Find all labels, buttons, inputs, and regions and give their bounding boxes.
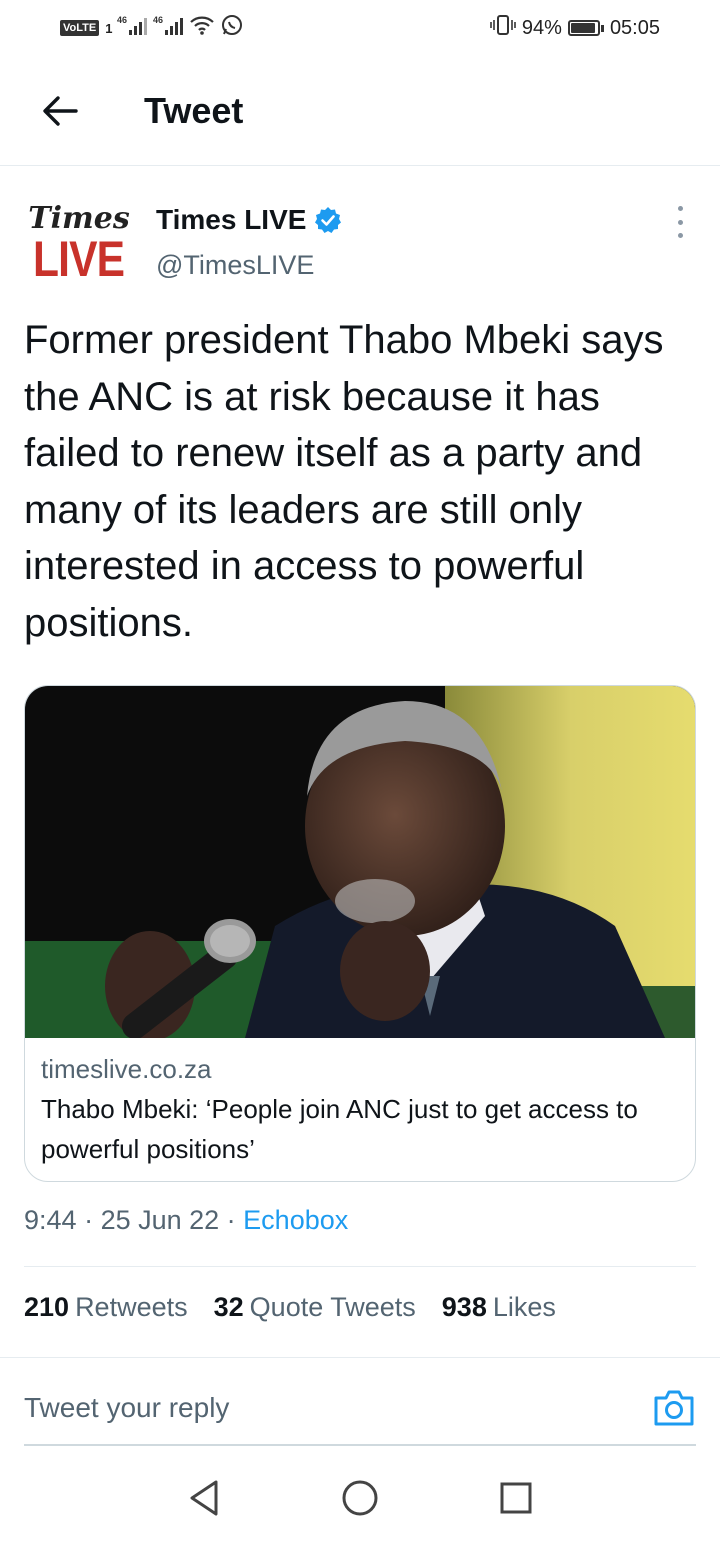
back-button[interactable] <box>0 56 120 166</box>
likes-label: Likes <box>492 1292 556 1322</box>
quote-tweets-label: Quote Tweets <box>249 1292 416 1322</box>
reply-bar <box>24 1372 696 1446</box>
retweets-stat[interactable]: 210 Retweets <box>24 1292 188 1323</box>
card-meta: timeslive.co.za Thabo Mbeki: ‘People joi… <box>41 1054 679 1169</box>
nav-home-button[interactable] <box>332 1470 388 1526</box>
avatar[interactable]: Times LIVE <box>24 196 134 291</box>
page-title: Tweet <box>144 89 244 131</box>
tweet-timestamp: 9:44 · 25 Jun 22 · Echobox <box>24 1205 348 1236</box>
camera-icon[interactable] <box>652 1386 696 1430</box>
meta-separator: · <box>76 1205 101 1235</box>
quote-tweets-stat[interactable]: 32 Quote Tweets <box>214 1292 416 1323</box>
tweet-time: 9:44 <box>24 1205 77 1235</box>
tweet-date: 25 Jun 22 <box>100 1205 220 1235</box>
sim-indicator: 1 <box>105 20 112 36</box>
status-right: 94% 05:05 <box>490 14 660 42</box>
whatsapp-icon <box>221 14 243 42</box>
retweets-label: Retweets <box>75 1292 188 1322</box>
signal-icon: 46 <box>117 14 148 42</box>
tweet-author: Times LIVE Times LIVE @TimesLIVE <box>24 196 696 296</box>
card-domain: timeslive.co.za <box>41 1054 212 1084</box>
status-left: VoLTE 1 46 46 <box>60 14 243 42</box>
clock: 05:05 <box>609 16 660 39</box>
retweets-count: 210 <box>24 1292 70 1322</box>
avatar-logo-bottom: LIVE <box>33 230 125 287</box>
battery-icon <box>567 20 604 36</box>
tweet-source-link[interactable]: Echobox <box>243 1205 348 1235</box>
likes-count: 938 <box>441 1292 487 1322</box>
engagement-stats: 210 Retweets 32 Quote Tweets 938 Likes <box>24 1292 556 1323</box>
divider <box>0 1357 720 1358</box>
status-bar: VoLTE 1 46 46 94% 05:05 <box>0 0 720 56</box>
volte-badge: VoLTE <box>60 20 100 36</box>
likes-stat[interactable]: 938 Likes <box>442 1292 556 1323</box>
author-handle[interactable]: @TimesLIVE <box>156 250 342 281</box>
author-name-row: Times LIVE <box>156 204 342 236</box>
author-name[interactable]: Times LIVE <box>156 204 306 236</box>
article-photo <box>25 686 695 1038</box>
back-arrow-icon <box>43 95 78 126</box>
circle-home-icon <box>342 1480 378 1516</box>
top-app-bar: Tweet <box>0 56 720 166</box>
nav-recents-button[interactable] <box>488 1470 544 1526</box>
net1-label: 46 <box>117 15 127 25</box>
vibrate-icon <box>490 14 516 42</box>
quote-tweets-count: 32 <box>213 1292 244 1322</box>
net2-label: 46 <box>153 15 163 25</box>
tweet-text: Former president Thabo Mbeki says the AN… <box>24 318 664 645</box>
system-nav-bar <box>0 1455 720 1541</box>
author-info: Times LIVE @TimesLIVE <box>156 196 342 296</box>
triangle-back-icon <box>190 1480 218 1516</box>
verified-badge-icon <box>315 207 342 233</box>
avatar-logo-top: Times <box>28 200 130 236</box>
divider <box>24 1266 696 1267</box>
nav-back-button[interactable] <box>176 1470 232 1526</box>
more-options-icon[interactable] <box>672 206 688 238</box>
square-recents-icon <box>500 1482 532 1514</box>
wifi-icon <box>189 14 215 42</box>
link-card[interactable]: timeslive.co.za Thabo Mbeki: ‘People joi… <box>24 685 696 1182</box>
meta-separator: · <box>219 1205 244 1235</box>
battery-percent: 94% <box>521 16 562 39</box>
card-title: Thabo Mbeki: ‘People join ANC just to ge… <box>41 1094 638 1164</box>
signal-2-icon: 46 <box>153 14 184 42</box>
reply-input[interactable] <box>24 1392 584 1424</box>
